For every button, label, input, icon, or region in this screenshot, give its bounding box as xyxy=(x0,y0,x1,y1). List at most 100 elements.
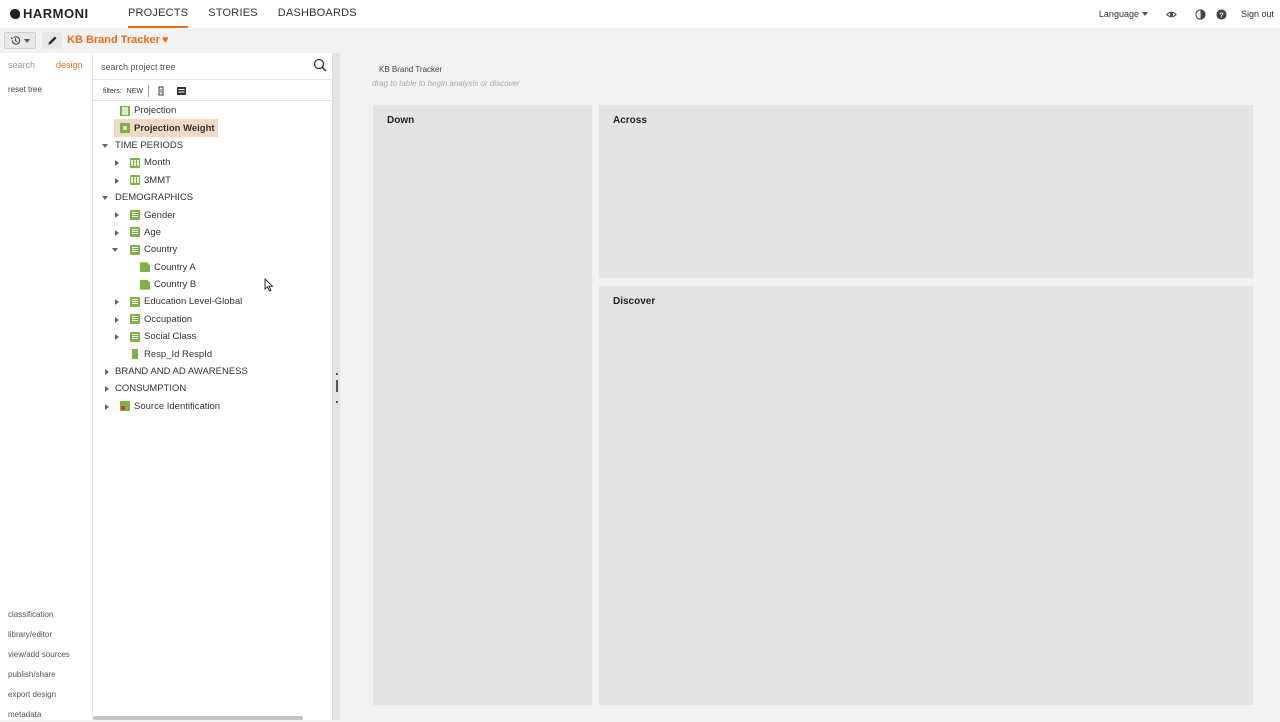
tree-folder[interactable]: TIME PERIODS xyxy=(93,137,333,154)
view-add-sources-link[interactable]: view/add sources xyxy=(8,648,70,668)
tree-node[interactable]: Country xyxy=(93,241,333,258)
main-nav-tabs: PROJECTS STORIES DASHBOARDS xyxy=(128,0,357,28)
tree-node-label: Education Level-Global xyxy=(144,296,243,308)
export-design-link[interactable]: export design xyxy=(8,688,70,708)
grid-variable-icon xyxy=(130,157,140,168)
nav-utilities: Language ? Sign out xyxy=(1099,0,1274,28)
project-toolbar: KB Brand Tracker ♥ xyxy=(0,28,1280,53)
tree-node[interactable]: Social Class xyxy=(93,328,333,345)
history-button[interactable] xyxy=(4,32,36,49)
id-variable-icon xyxy=(132,349,138,360)
favorite-heart-icon[interactable]: ♥ xyxy=(162,34,169,46)
tree-node-label: Country xyxy=(144,244,178,256)
list-variable-icon xyxy=(130,331,140,342)
tree-node-label: TIME PERIODS xyxy=(115,139,184,151)
tree-node[interactable]: Month xyxy=(93,154,333,171)
splitter-dot xyxy=(336,373,338,375)
caret-right-icon[interactable] xyxy=(103,403,111,411)
tree-node-label: Country A xyxy=(154,261,196,273)
rail-tab-design[interactable]: design xyxy=(46,60,92,70)
brand-logo[interactable]: HARMONI xyxy=(10,6,89,21)
discover-drop-zone[interactable]: Discover xyxy=(599,286,1253,705)
language-dropdown[interactable]: Language xyxy=(1099,9,1148,19)
caret-right-icon[interactable] xyxy=(113,211,121,219)
projection-icon xyxy=(120,105,130,116)
canvas-breadcrumb: KB Brand Tracker xyxy=(379,65,443,74)
tab-dashboards[interactable]: DASHBOARDS xyxy=(278,0,357,28)
tree-folder[interactable]: CONSUMPTION xyxy=(93,380,333,397)
sign-out-link[interactable]: Sign out xyxy=(1241,9,1274,19)
left-rail: search design reset tree classification … xyxy=(0,53,93,720)
tab-projects[interactable]: PROJECTS xyxy=(128,0,189,28)
discover-zone-title: Discover xyxy=(613,296,656,307)
help-icon[interactable]: ? xyxy=(1216,8,1227,20)
caret-right-icon[interactable] xyxy=(103,368,111,376)
caret-right-icon[interactable] xyxy=(113,333,121,341)
caret-right-icon[interactable] xyxy=(113,177,121,185)
caret-right-icon[interactable] xyxy=(113,229,121,237)
tree-node[interactable]: Resp_Id RespId xyxy=(93,345,333,362)
filter-divider xyxy=(148,85,150,97)
grid-variable-icon xyxy=(130,175,140,186)
project-tree-panel: filters: NEW Projection Projection Weigh… xyxy=(93,53,333,720)
tree-node-label: Month xyxy=(144,157,171,169)
tree-node[interactable]: Country A xyxy=(93,259,333,276)
tree-node-label: Projection Weight xyxy=(134,122,215,134)
tree-node-label: Gender xyxy=(144,209,176,221)
tree-node[interactable]: 3MMT xyxy=(93,172,333,189)
search-icon[interactable] xyxy=(313,58,327,72)
project-tree: Projection Projection Weight TIME PERIOD… xyxy=(93,102,333,415)
contrast-icon[interactable] xyxy=(1195,8,1206,20)
library-editor-link[interactable]: library/editor xyxy=(8,628,70,648)
tree-folder[interactable]: BRAND AND AD AWARENESS xyxy=(93,363,333,380)
project-title-text: KB Brand Tracker xyxy=(67,34,160,46)
caret-right-icon[interactable] xyxy=(103,385,111,393)
tree-horizontal-scrollbar[interactable] xyxy=(93,716,303,720)
list-variable-icon xyxy=(130,296,140,307)
caret-down-icon[interactable] xyxy=(102,142,110,150)
variable-filter-icon[interactable] xyxy=(157,86,165,96)
metadata-link[interactable]: metadata xyxy=(8,708,70,720)
splitter-grip-icon[interactable] xyxy=(336,380,338,392)
down-drop-zone[interactable]: Down xyxy=(373,105,592,705)
weight-icon xyxy=(120,123,130,134)
across-drop-zone[interactable]: Across xyxy=(599,105,1253,278)
tree-node-label: Country B xyxy=(154,279,197,291)
publish-share-link[interactable]: publish/share xyxy=(8,668,70,688)
tree-search-input[interactable] xyxy=(101,58,301,76)
tree-node[interactable]: Age xyxy=(93,224,333,241)
panel-splitter[interactable] xyxy=(333,53,340,720)
tree-node-label: DEMOGRAPHICS xyxy=(115,192,194,204)
tree-node-label: BRAND AND AD AWARENESS xyxy=(115,366,248,378)
tree-node[interactable]: Occupation xyxy=(93,311,333,328)
list-variable-icon xyxy=(130,314,140,325)
tree-node[interactable]: Country B xyxy=(93,276,333,293)
tree-node[interactable]: Gender xyxy=(93,206,333,223)
reset-tree-link[interactable]: reset tree xyxy=(8,85,42,94)
caret-down-icon[interactable] xyxy=(112,246,120,254)
tree-node[interactable]: Projection xyxy=(93,102,333,119)
tree-node-selected[interactable]: Projection Weight xyxy=(114,119,218,137)
tree-node-label: Projection xyxy=(134,105,177,117)
eye-icon[interactable] xyxy=(1166,9,1177,20)
tree-folder[interactable]: DEMOGRAPHICS xyxy=(93,189,333,206)
caret-right-icon[interactable] xyxy=(113,159,121,167)
classification-link[interactable]: classification xyxy=(8,608,70,628)
rail-tab-search[interactable]: search xyxy=(0,60,46,70)
tree-node-label: Age xyxy=(144,226,161,238)
caret-down-icon[interactable] xyxy=(102,194,110,202)
source-icon xyxy=(120,401,130,412)
tree-search-bar xyxy=(93,53,333,80)
harmoni-logo-icon xyxy=(10,8,20,19)
tab-stories[interactable]: STORIES xyxy=(208,0,258,28)
tree-node[interactable]: Source Identification xyxy=(93,398,333,415)
top-nav: HARMONI PROJECTS STORIES DASHBOARDS Lang… xyxy=(0,0,1280,28)
chevron-down-icon xyxy=(24,38,30,43)
edit-button[interactable] xyxy=(42,32,62,49)
filter-new[interactable]: NEW xyxy=(127,88,143,95)
tree-node-label: 3MMT xyxy=(144,174,171,186)
table-filter-icon[interactable] xyxy=(176,86,187,96)
caret-right-icon[interactable] xyxy=(113,316,121,324)
tree-node[interactable]: Education Level-Global xyxy=(93,293,333,310)
caret-right-icon[interactable] xyxy=(113,298,121,306)
